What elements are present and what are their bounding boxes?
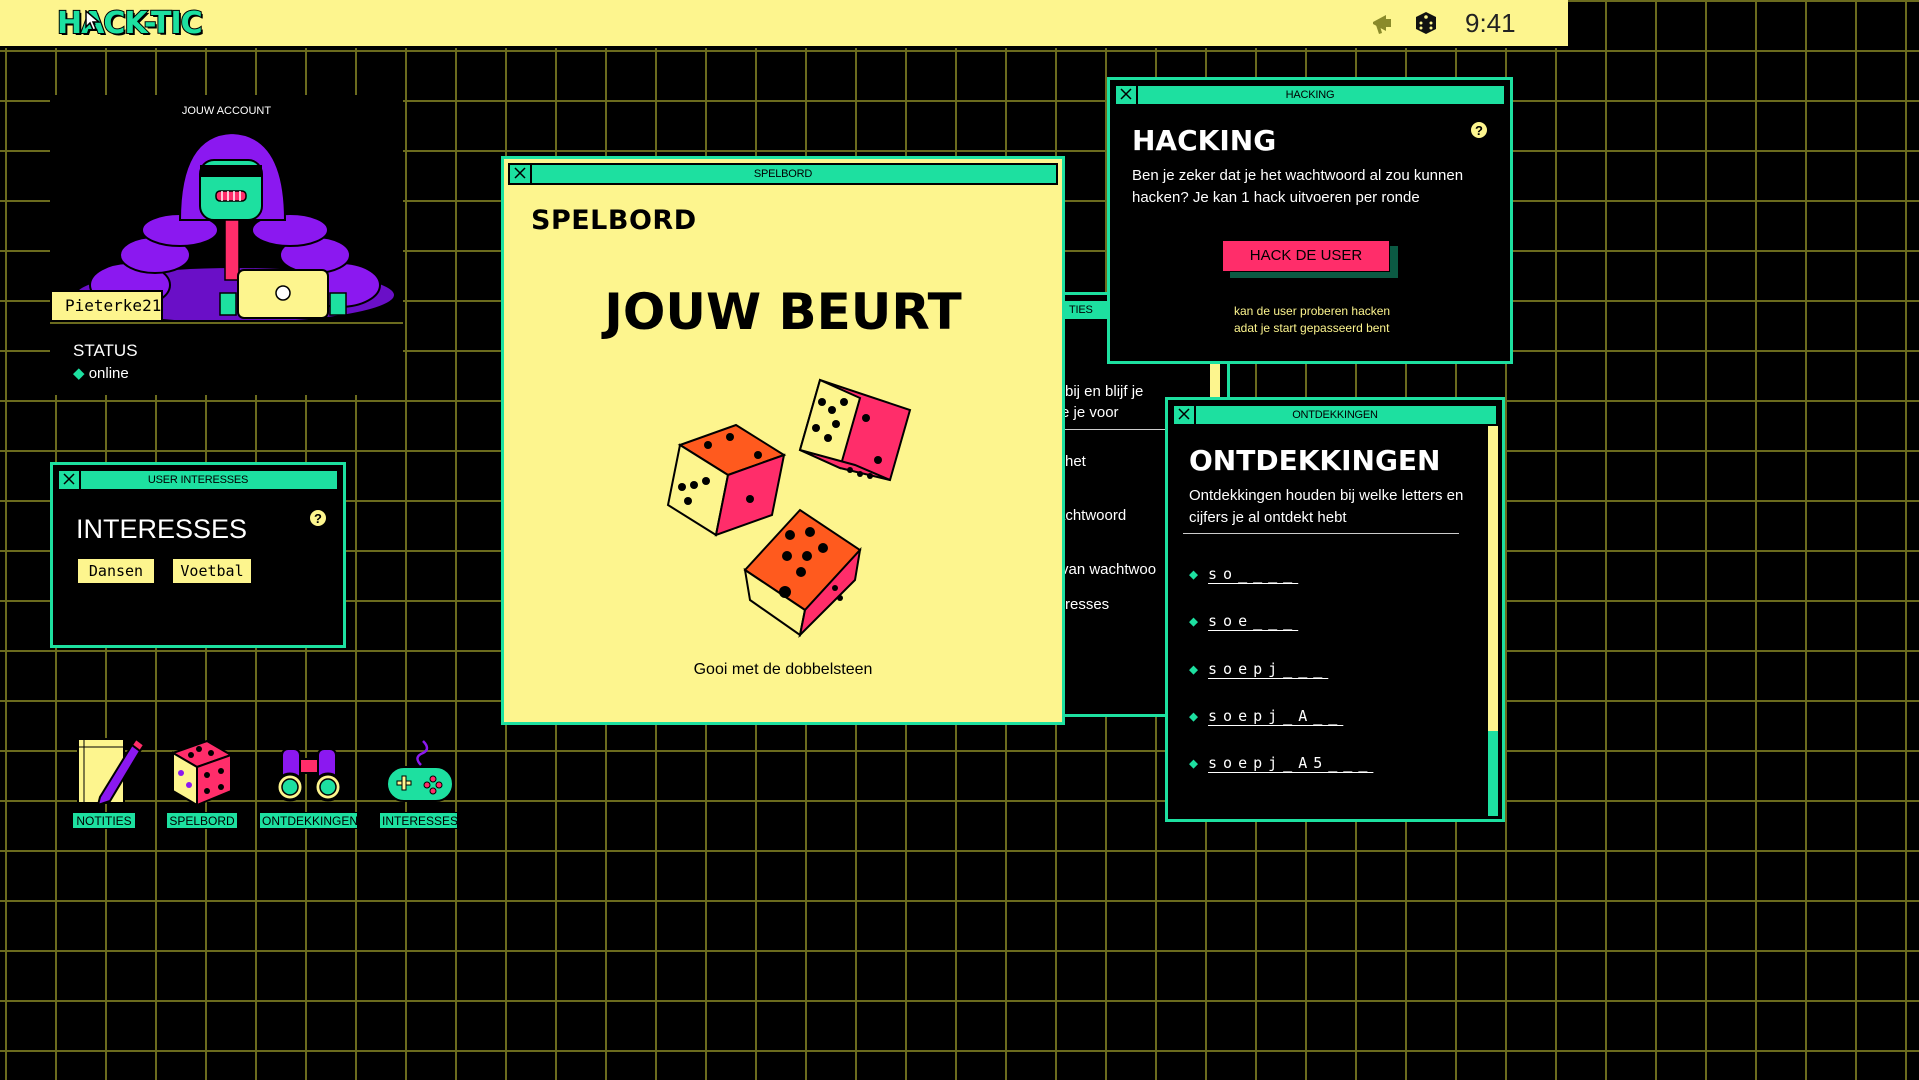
notebook-icon xyxy=(77,737,146,807)
status-dot-icon: ◆ xyxy=(73,365,89,382)
status-label: STATUS xyxy=(73,341,138,360)
interest-tag-dansen: Dansen xyxy=(76,557,156,585)
bullet-icon: ◆ xyxy=(1189,660,1199,678)
dice-icon[interactable] xyxy=(1413,10,1439,41)
window-title: ONTDEKKINGEN xyxy=(1292,409,1378,421)
scrollbar-track[interactable] xyxy=(1488,731,1498,816)
ontdekkingen-desktop-icon[interactable] xyxy=(272,735,347,815)
discovery-item: ◆ soe___ xyxy=(1189,612,1299,630)
turn-indicator: JOUW BEURT xyxy=(604,283,962,341)
close-icon xyxy=(1178,408,1190,420)
divider xyxy=(50,322,403,324)
close-icon xyxy=(514,167,526,179)
ontdekkingen-label[interactable]: ONTDEKKINGEN xyxy=(259,812,358,829)
gamepad-icon xyxy=(386,740,454,802)
interests-window: USER INTERESSES INTERESSES ? Dansen Voet… xyxy=(50,462,346,648)
discovery-item: ◆ soepj_A__ xyxy=(1189,707,1344,725)
divider xyxy=(1183,533,1459,534)
help-icon[interactable]: ? xyxy=(1470,121,1488,139)
notities-label[interactable]: NOTITIES xyxy=(72,812,136,829)
spelbord-desktop-icon[interactable] xyxy=(167,735,237,815)
cursor-icon xyxy=(85,10,101,31)
bullet-icon: ◆ xyxy=(1189,707,1199,725)
interests-titlebar[interactable]: USER INTERESSES xyxy=(57,469,339,491)
interesses-label[interactable]: INTERESSES xyxy=(379,812,458,829)
interesses-desktop-icon[interactable] xyxy=(383,735,458,815)
spelbord-heading: SPELBORD xyxy=(531,205,697,236)
bullet-icon: ◆ xyxy=(1189,565,1199,583)
close-button[interactable] xyxy=(1174,406,1196,424)
account-title: JOUW ACCOUNT xyxy=(181,105,272,117)
roll-instruction: Gooi met de dobbelsteen xyxy=(693,661,873,678)
notes-line: e je voor xyxy=(1061,404,1119,421)
hacking-heading: HACKING xyxy=(1132,124,1277,157)
status-text: online xyxy=(88,365,129,382)
binoculars-icon xyxy=(275,748,343,802)
dice-icon xyxy=(170,739,234,807)
ontdekkingen-titlebar[interactable]: ONTDEKKINGEN xyxy=(1172,404,1498,426)
status-value: ◆ online xyxy=(73,364,129,382)
hacking-titlebar[interactable]: HACKING xyxy=(1114,84,1506,106)
bullet-icon: ◆ xyxy=(1189,754,1199,772)
discovery-item: ◆ soepj_A5___ xyxy=(1189,754,1374,772)
bullet-icon: ◆ xyxy=(1189,612,1199,630)
top-bar: HACK-TIC 9:41 xyxy=(0,0,1568,48)
notities-desktop-icon[interactable] xyxy=(70,735,146,815)
hacking-description: Ben je zeker dat je het wachtwoord al zo… xyxy=(1132,167,1464,206)
account-panel: JOUW ACCOUNT STATUS ◆ online xyxy=(50,95,403,395)
help-icon[interactable]: ? xyxy=(309,509,327,527)
window-title: USER INTERESSES xyxy=(147,474,249,486)
window-title: SPELBORD xyxy=(753,168,813,180)
ontdekkingen-description: Ontdekkingen houden bij welke letters en… xyxy=(1189,487,1464,526)
hack-user-button[interactable]: HACK DE USER xyxy=(1222,240,1390,272)
window-title: TIES xyxy=(1069,304,1093,316)
discovery-item: ◆ so____ xyxy=(1189,565,1299,583)
interests-heading: INTERESSES xyxy=(76,514,248,544)
ontdekkingen-heading: ONTDEKKINGEN xyxy=(1189,444,1441,477)
close-icon xyxy=(63,473,75,485)
notes-line: van wachtwoo xyxy=(1061,561,1157,578)
notes-line: het xyxy=(1065,453,1086,470)
app-logo[interactable]: HACK-TIC xyxy=(56,5,204,42)
interest-tag-voetbal: Voetbal xyxy=(171,557,253,585)
notes-line: achtwoord xyxy=(1057,507,1127,524)
notes-line: bij en blijf je xyxy=(1065,383,1144,400)
discovery-item: ◆ soepj___ xyxy=(1189,660,1329,678)
close-button[interactable] xyxy=(59,471,81,489)
close-icon xyxy=(1120,88,1132,100)
username-label: Pieterke21 xyxy=(50,290,163,322)
spelbord-label[interactable]: SPELBORD xyxy=(166,812,238,829)
close-button[interactable] xyxy=(510,165,532,183)
hacking-note: adat je start gepasseerd bent xyxy=(1234,321,1390,335)
hacking-note: kan de user proberen hacken xyxy=(1234,304,1391,318)
close-button[interactable] xyxy=(1116,86,1138,104)
megaphone-icon[interactable] xyxy=(1370,10,1396,41)
spelbord-titlebar[interactable]: SPELBORD xyxy=(508,163,1058,185)
scrollbar-thumb[interactable] xyxy=(1488,426,1498,731)
dice-illustration[interactable] xyxy=(660,370,920,640)
window-title: HACKING xyxy=(1285,89,1335,101)
notes-line: resses xyxy=(1065,596,1110,613)
clock: 9:41 xyxy=(1465,8,1516,38)
